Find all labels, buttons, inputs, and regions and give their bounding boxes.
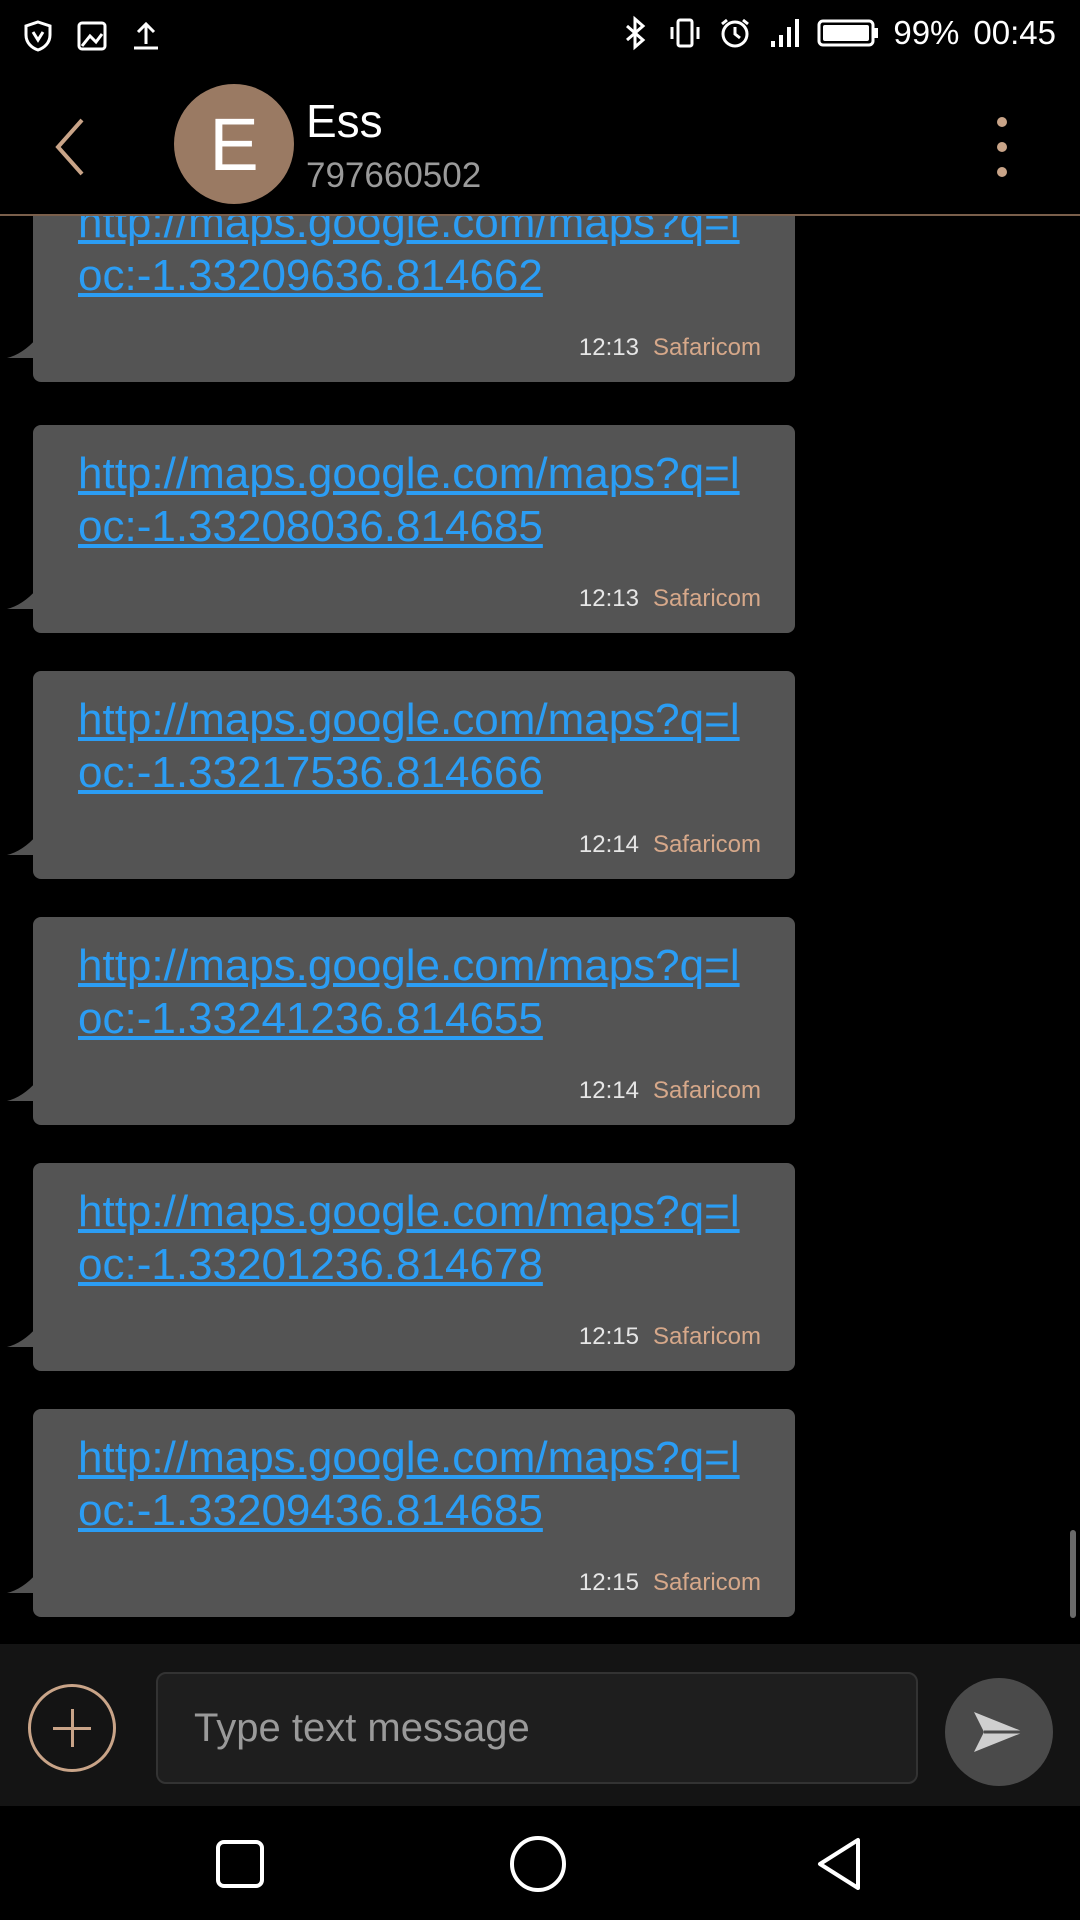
message-link[interactable]: http://maps.google.com/maps?q=loc:-1.332… (78, 693, 758, 799)
contact-number: 797660502 (306, 156, 482, 195)
composer-bar: Type text message (0, 1644, 1080, 1806)
recent-apps-icon[interactable] (210, 1834, 270, 1894)
bubble-tail (7, 1573, 37, 1593)
message-bubble[interactable]: http://maps.google.com/maps?q=loc:-1.332… (7, 917, 795, 1125)
message-bubble[interactable]: http://maps.google.com/maps?q=loc:-1.332… (7, 425, 795, 633)
message-carrier: Safaricom (652, 1077, 761, 1104)
message-link[interactable]: http://maps.google.com/maps?q=loc:-1.332… (78, 447, 758, 553)
message-carrier: Safaricom (652, 585, 761, 612)
message-time: 12:13 (578, 334, 639, 361)
send-icon (974, 1712, 1024, 1752)
message-input[interactable]: Type text message (156, 1672, 918, 1784)
message-bubble[interactable]: http://maps.google.com/maps?q=loc:-1.332… (7, 1163, 795, 1371)
send-button[interactable] (945, 1678, 1053, 1786)
conversation-header: E Ess 797660502 (0, 76, 1080, 216)
vibrate-icon (670, 18, 700, 48)
shield-icon (24, 20, 52, 52)
navigation-bar (0, 1806, 1080, 1920)
message-link[interactable]: http://maps.google.com/maps?q=loc:-1.332… (78, 216, 758, 302)
home-icon[interactable] (508, 1834, 568, 1894)
back-arrow-icon[interactable] (48, 112, 98, 182)
screenshot-icon (77, 21, 107, 51)
clock: 00:45 (973, 14, 1056, 51)
message-carrier: Safaricom (652, 1323, 761, 1350)
bubble-tail (7, 1081, 37, 1101)
message-input-placeholder: Type text message (194, 1705, 530, 1750)
upload-icon (134, 21, 158, 50)
message-bubble[interactable]: http://maps.google.com/maps?q=loc:-1.332… (7, 1409, 795, 1617)
message-time: 12:13 (578, 585, 639, 612)
message-link[interactable]: http://maps.google.com/maps?q=loc:-1.332… (78, 1431, 758, 1537)
message-link[interactable]: http://maps.google.com/maps?q=loc:-1.332… (78, 1185, 758, 1291)
battery-percent: 99% (893, 14, 960, 51)
message-carrier: Safaricom (652, 831, 761, 858)
status-bar: 99% 00:45 (0, 0, 1080, 76)
message-link[interactable]: http://maps.google.com/maps?q=loc:-1.332… (78, 939, 758, 1045)
battery-icon (817, 19, 879, 47)
scrollbar[interactable] (1070, 1530, 1076, 1618)
more-options-icon[interactable] (984, 112, 1020, 182)
avatar[interactable]: E (174, 84, 294, 204)
bubble-tail (7, 835, 37, 855)
message-time: 12:15 (578, 1323, 639, 1350)
message-bubble[interactable]: http://maps.google.com/maps?q=loc:-1.332… (7, 671, 795, 879)
message-bubble[interactable]: http://maps.google.com/maps?q=loc:-1.332… (7, 216, 795, 382)
signal-icon (771, 19, 800, 47)
message-time: 12:15 (578, 1569, 639, 1596)
message-carrier: Safaricom (652, 334, 761, 361)
message-list[interactable]: http://maps.google.com/maps?q=loc:-1.332… (0, 216, 1080, 1644)
avatar-letter: E (209, 102, 259, 186)
message-carrier: Safaricom (652, 1569, 761, 1596)
alarm-icon (721, 18, 750, 48)
bluetooth-icon (626, 15, 646, 51)
message-time: 12:14 (578, 1077, 639, 1104)
back-nav-icon[interactable] (810, 1834, 870, 1894)
bubble-tail (7, 589, 37, 609)
bubble-tail (7, 338, 37, 358)
bubble-tail (7, 1327, 37, 1347)
contact-name[interactable]: Ess (306, 94, 383, 148)
add-attachment-button[interactable] (28, 1684, 116, 1772)
message-time: 12:14 (578, 831, 639, 858)
